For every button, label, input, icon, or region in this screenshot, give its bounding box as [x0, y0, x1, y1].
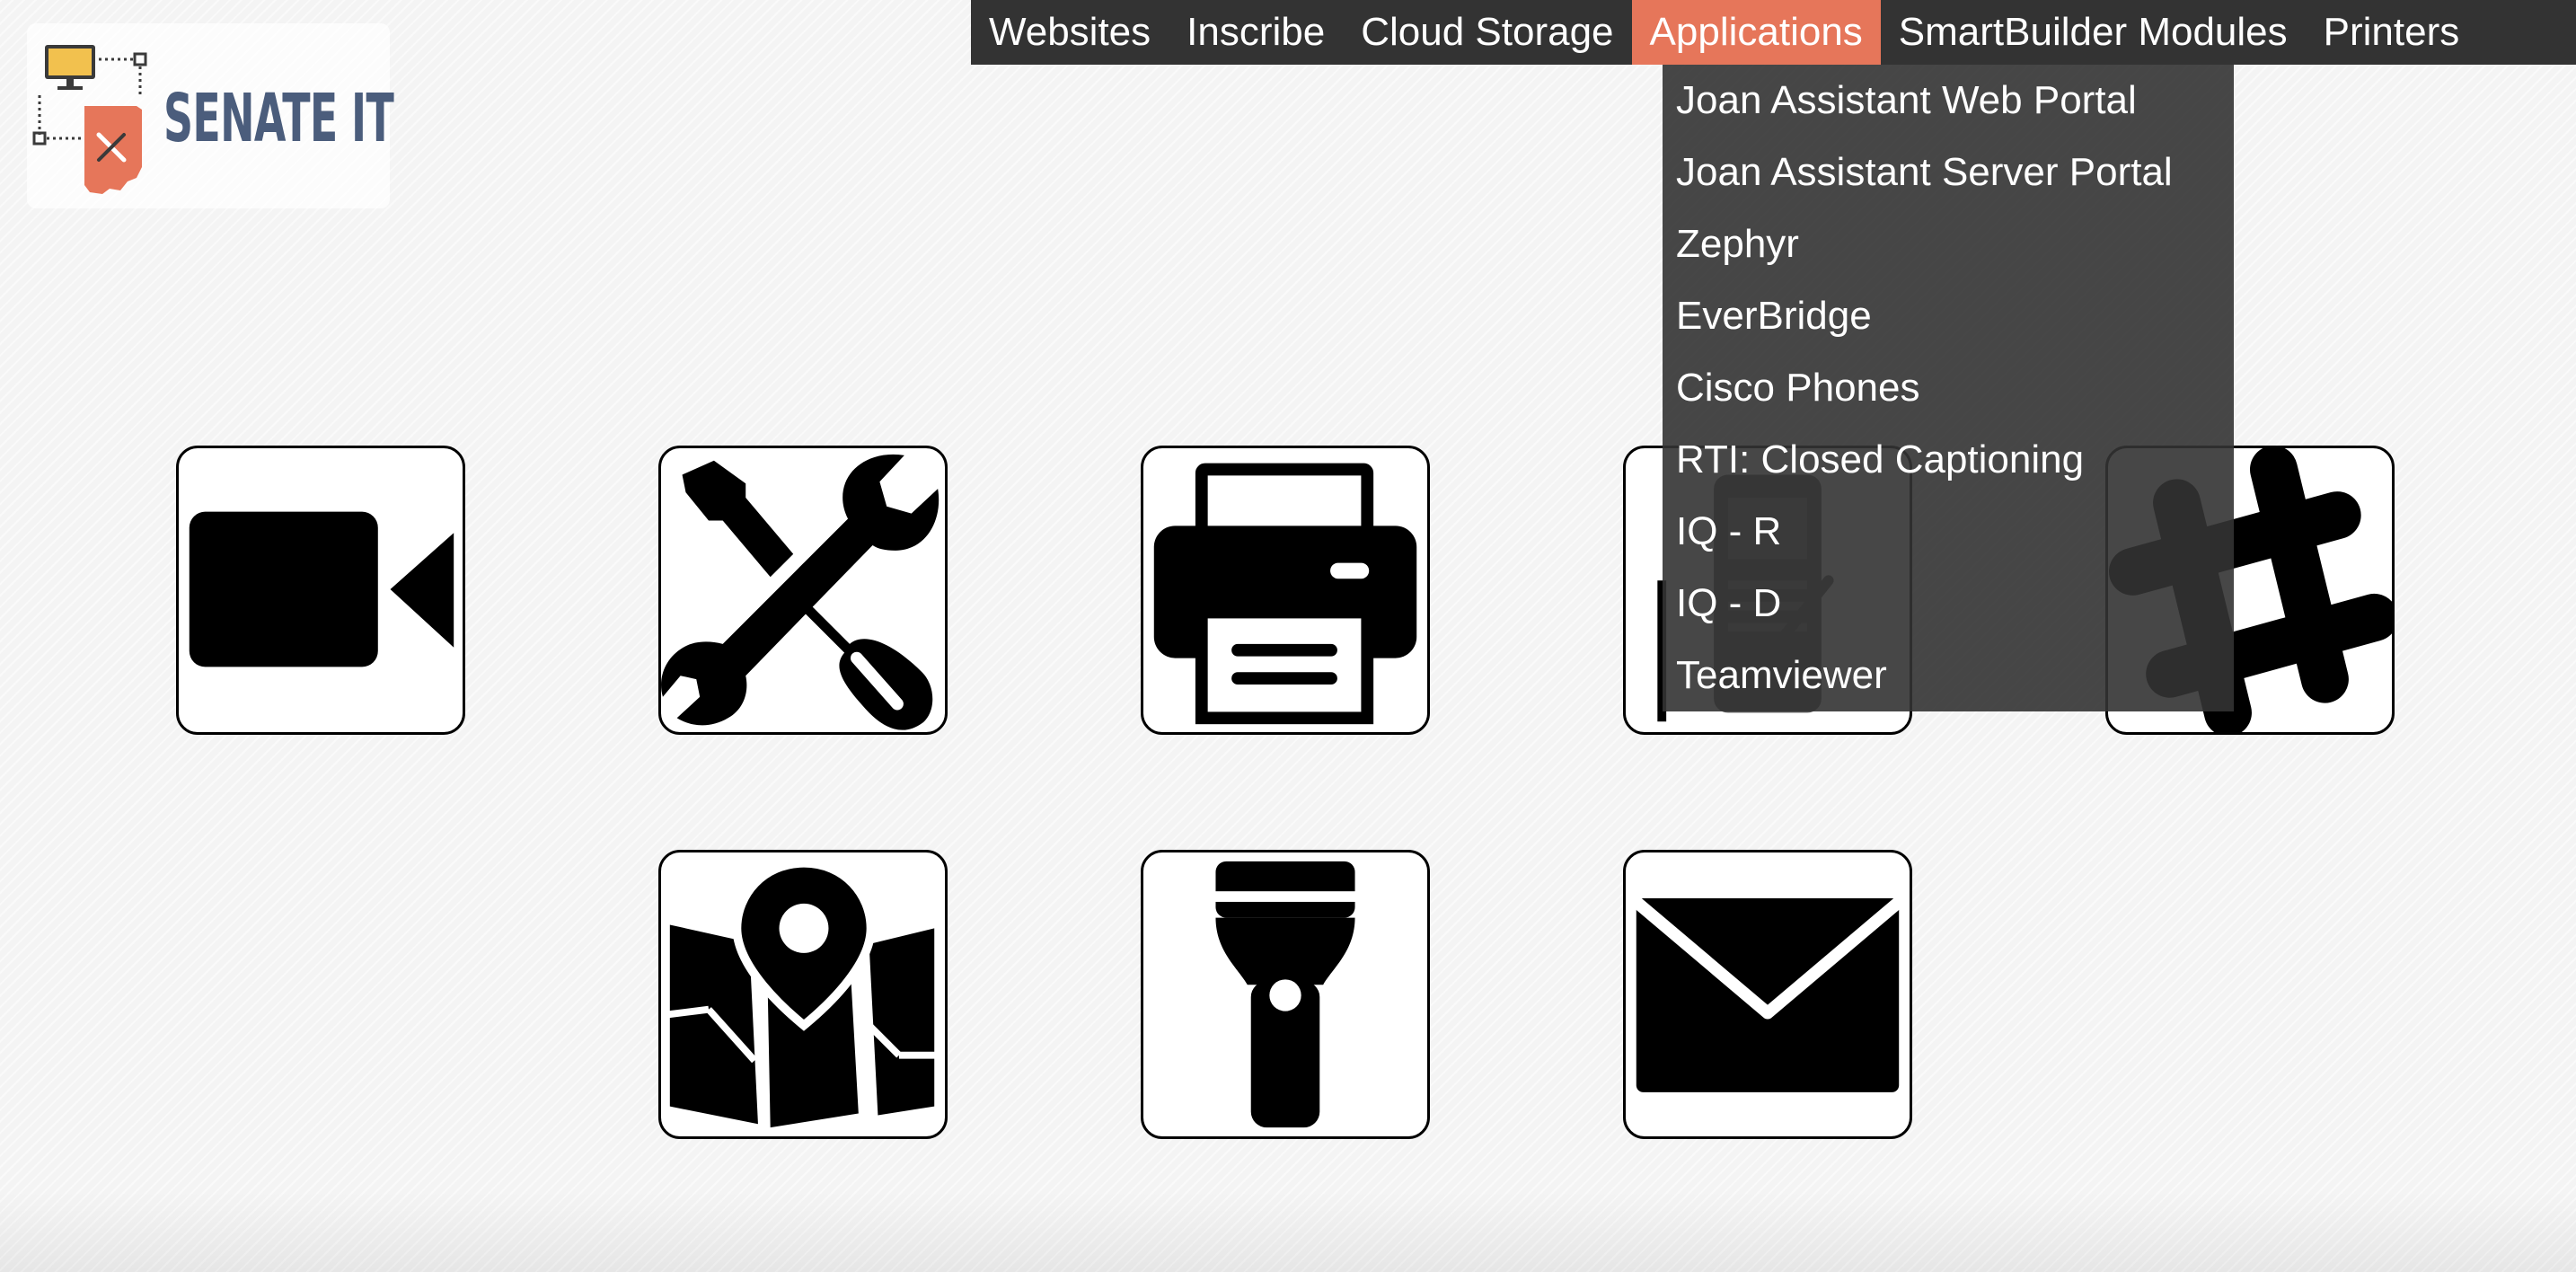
nav-applications[interactable]: Applications	[1631, 0, 1881, 65]
menu-item-joan-assistant-server-portal[interactable]: Joan Assistant Server Portal	[1663, 137, 2234, 208]
video-camera-icon	[189, 511, 454, 667]
top-navbar: Websites Inscribe Cloud Storage Applicat…	[971, 0, 2576, 65]
logo-wordmark: SENATE IT	[163, 80, 394, 157]
menu-item-iq-d[interactable]: IQ - D	[1663, 568, 2234, 640]
tile-flashlight[interactable]	[1141, 850, 1430, 1139]
nav-smartbuilder-modules[interactable]: SmartBuilder Modules	[1881, 0, 2306, 65]
menu-item-iq-r[interactable]: IQ - R	[1663, 496, 2234, 568]
menu-item-joan-assistant-web-portal[interactable]: Joan Assistant Web Portal	[1663, 65, 2234, 137]
printer-icon	[1153, 463, 1417, 725]
nav-websites[interactable]: Websites	[971, 0, 1169, 65]
map-icon	[666, 858, 939, 1128]
nav-printers[interactable]: Printers	[2306, 0, 2478, 65]
menu-item-zephyr[interactable]: Zephyr	[1663, 208, 2234, 280]
flashlight-icon	[1212, 861, 1359, 1128]
nav-inscribe[interactable]: Inscribe	[1169, 0, 1343, 65]
menu-item-everbridge[interactable]: EverBridge	[1663, 280, 2234, 352]
tile-email[interactable]	[1623, 850, 1912, 1139]
tile-printers[interactable]	[1141, 446, 1430, 735]
menu-item-teamviewer[interactable]: Teamviewer	[1663, 640, 2234, 711]
nav-cloud-storage[interactable]: Cloud Storage	[1343, 0, 1631, 65]
tools-icon	[661, 454, 940, 730]
menu-item-cisco-phones[interactable]: Cisco Phones	[1663, 352, 2234, 424]
envelope-icon	[1632, 897, 1903, 1092]
tile-tools[interactable]	[658, 446, 948, 735]
page-bottom-shade	[0, 1191, 2576, 1272]
applications-dropdown-menu: Joan Assistant Web Portal Joan Assistant…	[1663, 65, 2234, 711]
tile-video-conference[interactable]	[176, 446, 465, 735]
menu-item-rti-closed-captioning[interactable]: RTI: Closed Captioning	[1663, 424, 2234, 496]
senate-it-logo[interactable]: SENATE IT	[27, 23, 394, 208]
tile-map[interactable]	[658, 850, 948, 1139]
